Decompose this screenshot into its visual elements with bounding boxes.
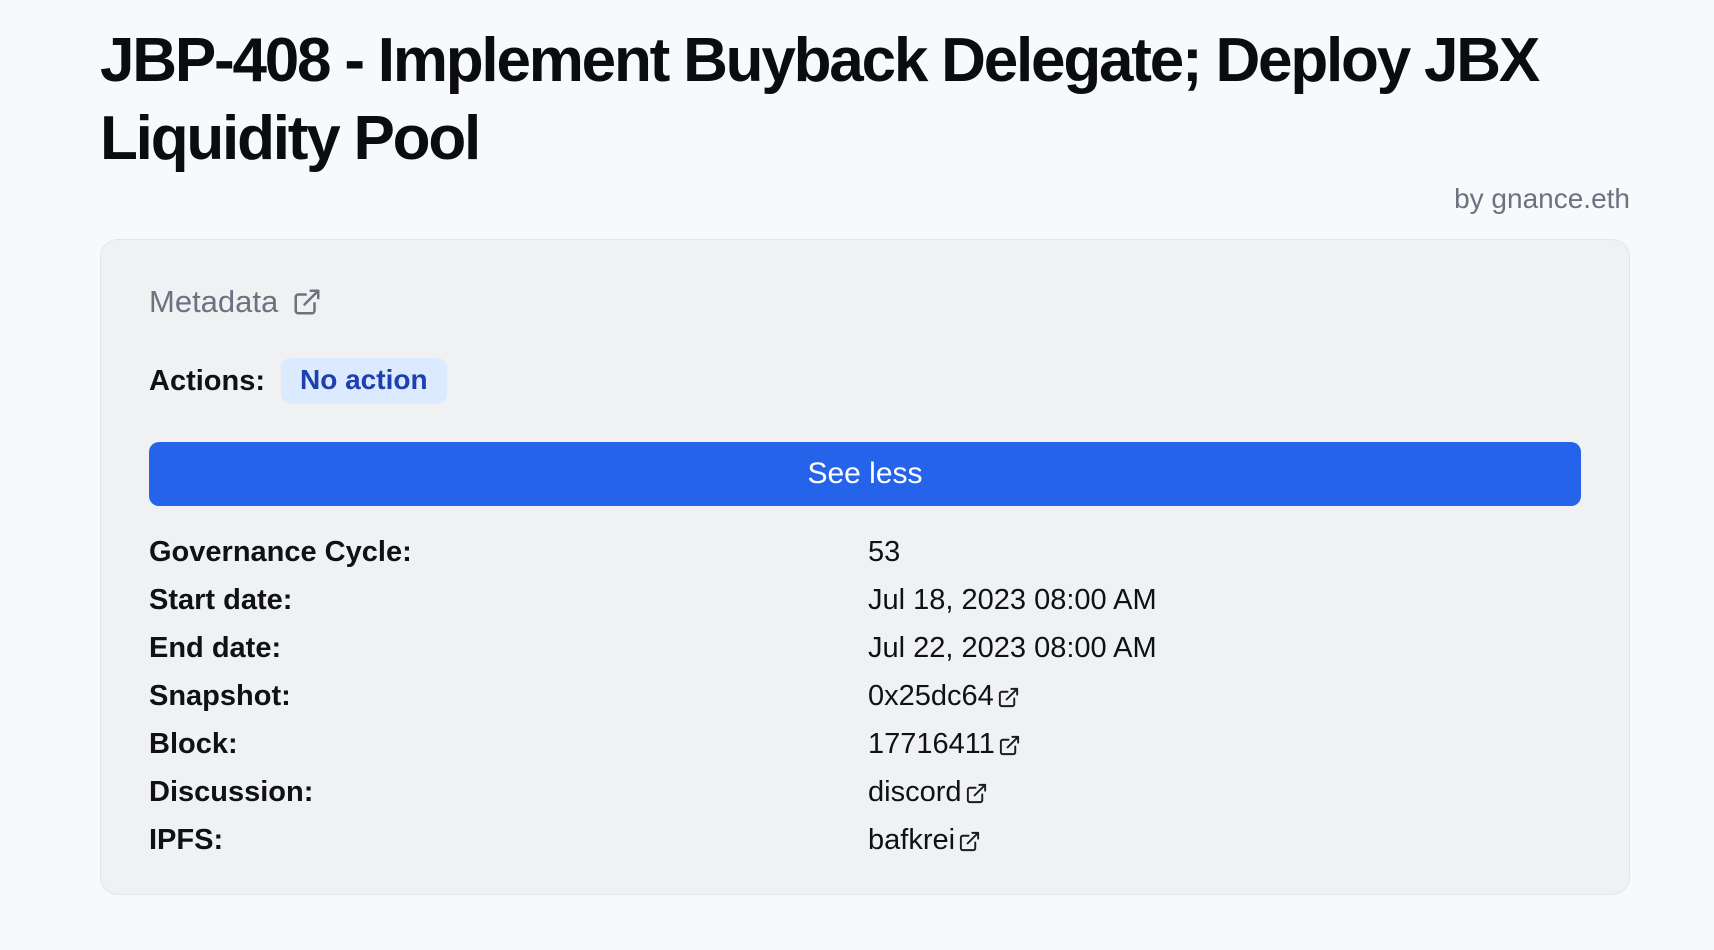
metadata-row: Block: 17716411	[149, 720, 1581, 768]
proposal-page: JBP-408 - Implement Buyback Delegate; De…	[0, 22, 1714, 895]
metadata-row: IPFS: bafkrei	[149, 816, 1581, 864]
metadata-kv-table: Governance Cycle: 53 Start date: Jul 18,…	[149, 528, 1581, 864]
metadata-row: Snapshot: 0x25dc64	[149, 672, 1581, 720]
metadata-row-value: 53	[868, 536, 1581, 569]
page-title-line1: JBP-408 - Implement Buyback Delegate; De…	[100, 22, 1630, 100]
metadata-row: Discussion: discord	[149, 768, 1581, 816]
no-action-badge: No action	[281, 358, 447, 404]
external-link-icon[interactable]	[292, 287, 322, 317]
metadata-row-value-text: 17716411	[868, 728, 995, 761]
metadata-row-label: Governance Cycle:	[149, 536, 868, 569]
metadata-row-value-text: Jul 18, 2023 08:00 AM	[868, 584, 1157, 617]
page-title: JBP-408 - Implement Buyback Delegate; De…	[100, 22, 1630, 177]
metadata-row-value[interactable]: 17716411	[868, 728, 1581, 761]
metadata-row-value-text: 0x25dc64	[868, 680, 994, 713]
page-title-line2: Liquidity Pool	[100, 100, 1630, 178]
metadata-row-value-text: bafkrei	[868, 824, 955, 857]
metadata-row-value[interactable]: discord	[868, 776, 1581, 809]
metadata-row-value-text: discord	[868, 776, 962, 809]
see-less-button[interactable]: See less	[149, 442, 1581, 506]
metadata-row-value[interactable]: 0x25dc64	[868, 680, 1581, 713]
actions-label: Actions:	[149, 365, 265, 398]
metadata-row-value[interactable]: bafkrei	[868, 824, 1581, 857]
metadata-row-label: Snapshot:	[149, 680, 868, 713]
external-link-icon[interactable]	[998, 734, 1021, 757]
author-byline: by gnance.eth	[100, 183, 1630, 215]
external-link-icon[interactable]	[997, 686, 1020, 709]
metadata-row-label: Discussion:	[149, 776, 868, 809]
metadata-heading: Metadata	[149, 284, 278, 320]
metadata-row-label: Block:	[149, 728, 868, 761]
actions-row: Actions: No action	[149, 358, 1581, 404]
metadata-row-value: Jul 22, 2023 08:00 AM	[868, 632, 1581, 665]
external-link-icon[interactable]	[958, 830, 981, 853]
metadata-row-label: IPFS:	[149, 824, 868, 857]
metadata-card: Metadata Actions: No action See less Gov…	[100, 239, 1630, 895]
metadata-row-value-text: Jul 22, 2023 08:00 AM	[868, 632, 1157, 665]
metadata-row: End date: Jul 22, 2023 08:00 AM	[149, 624, 1581, 672]
metadata-row-value-text: 53	[868, 536, 900, 569]
metadata-row-label: End date:	[149, 632, 868, 665]
external-link-icon[interactable]	[965, 782, 988, 805]
metadata-row: Governance Cycle: 53	[149, 528, 1581, 576]
metadata-row-label: Start date:	[149, 584, 868, 617]
metadata-row-value: Jul 18, 2023 08:00 AM	[868, 584, 1581, 617]
metadata-heading-row: Metadata	[149, 284, 1581, 320]
metadata-row: Start date: Jul 18, 2023 08:00 AM	[149, 576, 1581, 624]
